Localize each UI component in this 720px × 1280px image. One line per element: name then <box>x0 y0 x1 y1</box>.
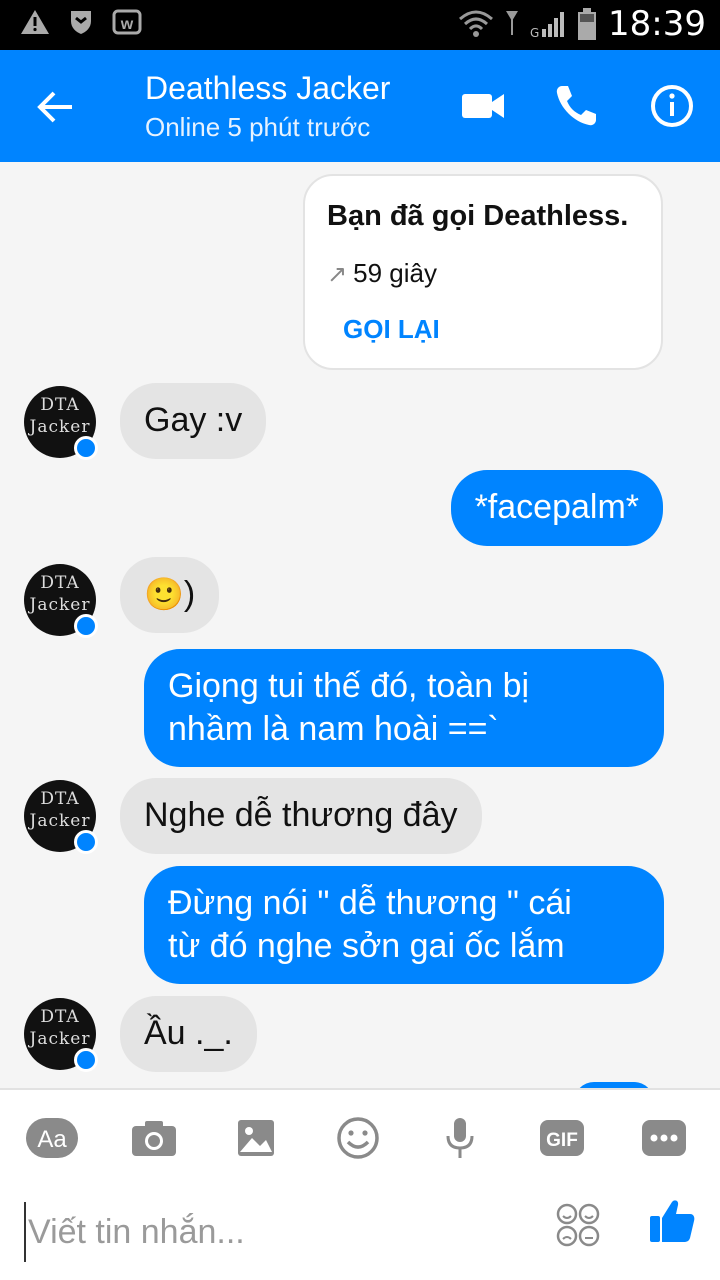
avatar-line2: Jacker <box>29 811 91 831</box>
antenna-icon <box>506 11 519 35</box>
messenger-badge-icon <box>74 436 98 460</box>
signal-icon: G <box>530 12 565 39</box>
message-input[interactable] <box>24 1202 524 1262</box>
back-arrow-icon[interactable] <box>32 84 78 130</box>
more-icon[interactable] <box>636 1116 692 1160</box>
messenger-badge-icon <box>74 1048 98 1072</box>
messenger-badge-icon <box>74 614 98 638</box>
avatar-line2: Jacker <box>29 595 91 615</box>
conversation-header: Deathless Jacker Online 5 phút trước <box>0 50 720 162</box>
avatar-line1: DTA <box>40 789 80 809</box>
call-duration: 59 giây <box>353 258 437 288</box>
text-format-label: Aa <box>37 1126 67 1153</box>
text-format-icon[interactable]: Aa <box>24 1116 80 1160</box>
messenger-badge-icon <box>74 830 98 854</box>
svg-text:G: G <box>530 26 539 39</box>
message-bubble-incoming[interactable]: Ầu ._. <box>120 996 257 1072</box>
message-list[interactable]: Bạn đã gọi Deathless. ↗ 59 giây GỌI LẠI D… <box>0 162 720 1088</box>
w-app-icon: w <box>112 9 142 35</box>
warning-icon <box>21 10 49 34</box>
avatar-line1: DTA <box>40 395 80 415</box>
call-duration-row: ↗ 59 giây <box>327 258 437 289</box>
info-icon[interactable] <box>646 80 698 132</box>
svg-text:w: w <box>120 16 134 33</box>
avatar-line2: Jacker <box>29 1029 91 1049</box>
avatar-line1: DTA <box>40 573 80 593</box>
message-line: nhầm là nam hoài ==` <box>168 710 499 748</box>
contact-status: Online 5 phút trước <box>145 112 371 142</box>
contact-name[interactable]: Deathless Jacker <box>145 70 390 107</box>
wifi-icon <box>459 10 494 37</box>
camera-icon[interactable] <box>126 1116 182 1160</box>
thumbs-up-icon[interactable] <box>648 1196 696 1244</box>
message-bubble-outgoing[interactable]: *facepalm* <box>450 470 663 546</box>
message-bubble-outgoing[interactable]: Giọng tui thế đó, toàn bị nhầm là nam ho… <box>144 649 664 767</box>
message-line: Đừng nói " dễ thương " cái <box>168 884 572 922</box>
emoji-icon[interactable] <box>330 1116 386 1160</box>
sticker-icon[interactable] <box>555 1202 601 1248</box>
status-bar: w G 18:39 <box>0 0 720 50</box>
gif-icon[interactable]: GIF <box>534 1116 590 1160</box>
avatar[interactable]: DTA Jacker <box>24 386 98 460</box>
image-icon[interactable] <box>228 1116 284 1160</box>
phone-icon[interactable] <box>550 80 602 132</box>
shield-icon <box>71 11 91 34</box>
gif-label: GIF <box>546 1130 578 1151</box>
composer: Aa GIF <box>0 1088 720 1280</box>
outgoing-arrow-icon: ↗ <box>327 261 348 288</box>
microphone-icon[interactable] <box>432 1116 488 1160</box>
message-bubble-outgoing[interactable]: Đừng nói " dễ thương " cái từ đó nghe sở… <box>144 866 664 984</box>
message-line: Giọng tui thế đó, toàn bị <box>168 667 530 705</box>
message-line: từ đó nghe sởn gai ốc lắm <box>168 927 565 965</box>
avatar[interactable]: DTA Jacker <box>24 998 98 1072</box>
message-bubble-incoming[interactable]: Nghe dễ thương đây <box>120 778 482 854</box>
video-call-icon[interactable] <box>458 80 510 132</box>
status-time: 18:39 <box>608 4 706 44</box>
avatar[interactable]: DTA Jacker <box>24 564 98 638</box>
avatar-line2: Jacker <box>29 417 91 437</box>
call-back-button[interactable]: GỌI LẠI <box>343 314 440 345</box>
smiley-emoji: 🙂 <box>144 575 184 613</box>
message-bubble-incoming[interactable]: Gay :v <box>120 383 267 459</box>
message-bubble-incoming[interactable]: 🙂) <box>120 557 220 633</box>
avatar-line1: DTA <box>40 1007 80 1027</box>
avatar[interactable]: DTA Jacker <box>24 780 98 854</box>
message-text: ) <box>183 575 196 613</box>
call-title: Bạn đã gọi Deathless. <box>327 200 629 232</box>
battery-icon <box>578 8 597 40</box>
call-card: Bạn đã gọi Deathless. ↗ 59 giây GỌI LẠI <box>303 174 663 370</box>
